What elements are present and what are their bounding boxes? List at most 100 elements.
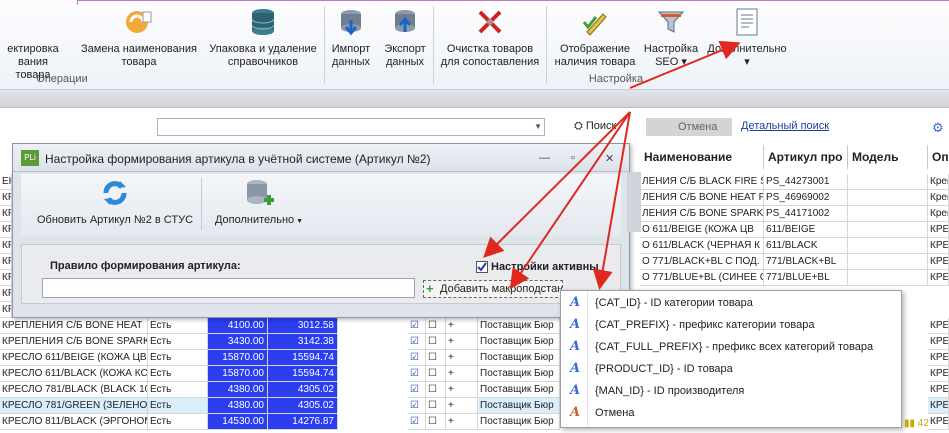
menu-item-cat-id[interactable]: A {CAT_ID} - ID категории товара [561,292,901,314]
tab-strip [0,90,949,108]
chevron-down-icon: ▼ [534,122,542,131]
left-grid-cell: КРЕПЛЕНИЯ С/Б BONE SPARK [0,222,12,238]
grid-cell-price2: 15594.74 [268,350,338,366]
left-grid-cell: ЕКТИРОВКА [0,174,12,190]
search-label: Поиск [585,120,617,132]
menu-item-cat-prefix[interactable]: A {CAT_PREFIX} - префикс категории товара [561,314,901,336]
grid-cell-price2: 14276.87 [268,414,338,430]
menu-item-product-id[interactable]: A {PRODUCT_ID} - ID товара [561,358,901,380]
grid-cell-checkbox2: ☐ [426,382,446,398]
grid-cell-price: 4380.00 [208,398,268,414]
grid-cell-status: Есть [148,318,208,334]
grid-cell-status: Есть [148,350,208,366]
refresh-article-button[interactable]: Обновить Артикул №2 в СТУС [33,174,197,234]
cancel-a-icon: A [569,405,581,420]
import-data-button[interactable]: Импорт данных [326,6,376,74]
col-header-model[interactable]: Модель [848,145,928,169]
grid-cell-model [848,222,928,238]
grid-cell-status: Есть [148,398,208,414]
settings-icon[interactable]: ⚙ [932,120,944,136]
edit-article-button[interactable]: ектировка вания товара [0,6,66,81]
grid-cell-supplier: Поставщик Бюр [478,366,560,382]
clear-compare-button[interactable]: Очистка товаров для сопоставления [436,6,544,74]
left-grid-cell: КРЕПЛЕНИЯ С/Б BONE [0,206,12,222]
macro-a-icon: A [569,383,581,398]
active-label: Настройки активны [491,261,599,273]
col-header-name[interactable]: Наименование [640,145,764,169]
grid-cell-article: 771/BLACK+BL [764,254,848,270]
grid-cell-name: КРЕПЛЕНИЯ С/Б BONE HEAT [0,318,148,334]
seo-settings-button[interactable]: Настройка SEO ▾ [640,6,702,74]
grid-cell-article: PS_46969002 [764,190,848,206]
grid-cell-plus: + [446,318,478,334]
left-grid-cell: КРЕСЛО 771/BLUE [0,286,12,302]
grid-cell-opt: КРЕС [928,366,949,382]
active-checkbox[interactable] [476,261,488,273]
grid-cell-price2: 3012.58 [268,318,338,334]
search-button[interactable]: ⛭ Поиск [574,120,616,133]
group-settings-label: Настройка [588,73,644,85]
macro-a-icon: A [569,295,581,310]
rule-input[interactable] [42,278,415,298]
export-label-1: Экспорт [384,43,426,55]
grid-cell-article: 611/BLACK [764,238,848,254]
cancel-search-button[interactable]: Отмена [646,118,732,136]
left-grid-cell: КРЕСЛО 771/BLACK [0,270,12,286]
grid-cell-opt: КРЕС [928,270,949,286]
additional-label-2: ▾ [744,56,750,68]
add-macro-button[interactable]: + Добавить макроподстановку [423,280,563,298]
grid-cell-supplier: Поставщик Бюр [478,382,560,398]
dialog-title-bar[interactable]: PLi Настройка формирования артикула в уч… [13,144,629,172]
grid-cell-checkbox2: ☐ [426,398,446,414]
grid-cell-price2: 4305.02 [268,398,338,414]
pencil-check-icon [582,13,607,36]
show-availability-button[interactable]: Отображение наличия товара [550,6,640,74]
additional-button[interactable]: Дополнительно ▾ [702,6,792,74]
rename-icon [126,11,152,33]
maximize-icon[interactable]: ▫ [571,152,575,164]
import-db-icon [341,10,361,36]
ribbon-separator [324,6,325,84]
dialog-more-button[interactable]: Дополнительно ▼ [209,174,309,234]
grid-cell-opt: Креп [928,206,949,222]
grid-cell-price: 15870.00 [208,350,268,366]
grid-cell-name: О 771/BLUE+BL (СИНЕЕ С [640,270,764,286]
grid-cell-status: Есть [148,414,208,430]
pack-delete-dirs-button[interactable]: Упаковка и удаление справочников [204,6,322,74]
document-icon [736,8,758,36]
minimize-icon[interactable]: — [539,152,550,164]
grid-cell-name: ЛЕНИЯ С/Б BLACK FIRE SP [640,174,764,190]
grid-cell-price: 14530.00 [208,414,268,430]
grid-cell-checkbox2: ☐ [426,334,446,350]
grid-cell-price: 4100.00 [208,318,268,334]
grid-cell-plus: + [446,398,478,414]
macro-menu: A {CAT_ID} - ID категории товара A {CAT_PR… [560,290,902,428]
close-icon[interactable]: ✕ [605,152,614,165]
seo-label-2: SEO ▾ [655,56,687,68]
menu-item-cat-full-prefix[interactable]: A {CAT_FULL_PREFIX} - префикс всех катего… [561,336,901,358]
col-header-article[interactable]: Артикул про [764,145,848,169]
left-grid-cell: КРЕСЛО 611/BLACK [0,254,12,270]
col-header-opt[interactable]: Опи [928,145,949,169]
additional-label-1: Дополнительно [707,43,787,55]
menu-item-label: Отмена [595,407,635,419]
export-data-button[interactable]: Экспорт данных [378,6,432,74]
seo-filter-icon [657,11,685,33]
menu-item-cancel[interactable]: A Отмена [561,402,901,424]
grid-cell-price: 15870.00 [208,366,268,382]
avail-label-2: наличия товара [554,56,636,68]
menu-item-man-id[interactable]: A {MAN_ID} - ID производителя [561,380,901,402]
search-combo[interactable]: ▼ [157,118,545,136]
left-grid-cell: КРЕПЛЕНИЯ С/Б BONE [0,302,12,318]
grid-cell-supplier: Поставщик Бюр [478,334,560,350]
menu-item-label: {MAN_ID} - ID производителя [595,385,745,397]
dialog-more-label: Дополнительно [214,214,295,226]
grid-cell-status: Есть [148,382,208,398]
dialog-scrollbar[interactable] [627,172,641,232]
grid-cell-name: ЛЕНИЯ С/Б BONE HEAT P. [640,190,764,206]
advanced-search-link[interactable]: Детальный поиск [741,120,829,132]
rename-product-button[interactable]: Замена наименования товара [74,6,204,74]
grid-cell-checkbox2: ☐ [426,414,446,430]
grid-cell-name: КРЕСЛО 611/BLACK (КОЖА КС [0,366,148,382]
export-label-2: данных [385,56,425,68]
